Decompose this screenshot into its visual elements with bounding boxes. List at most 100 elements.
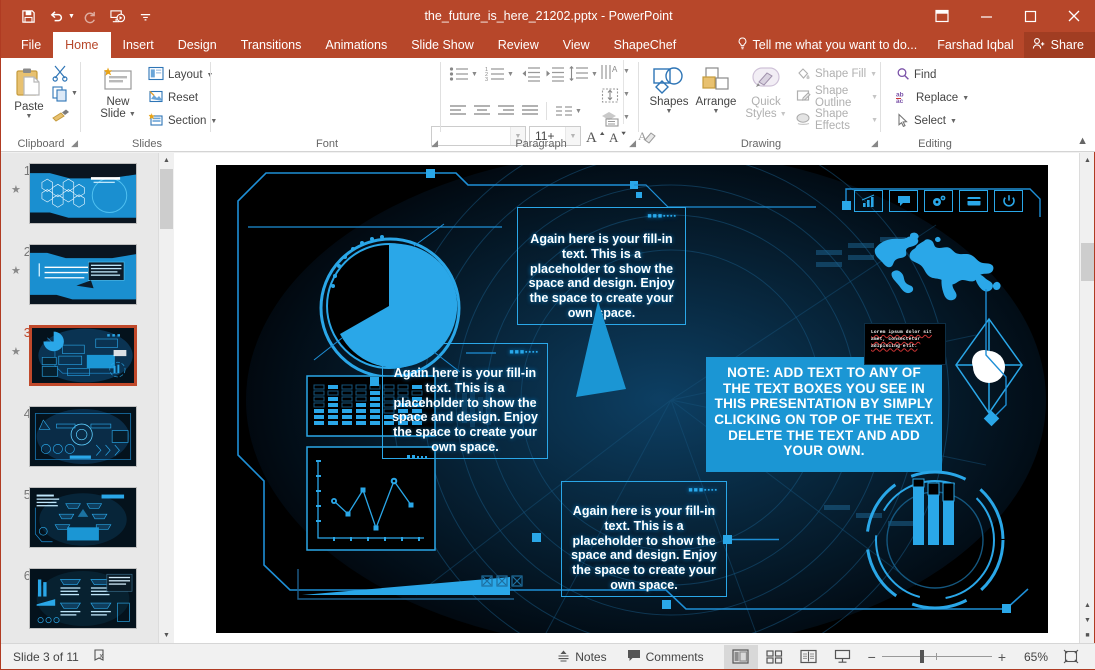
- text-direction-caret-icon[interactable]: ▼: [623, 68, 630, 75]
- align-text-button[interactable]: [601, 87, 621, 109]
- comments-button[interactable]: Comments: [617, 644, 714, 670]
- tab-animations[interactable]: Animations: [313, 32, 399, 58]
- text-box-3[interactable]: ■■■▪▪▪▪ Again here is your fill-in text.…: [561, 481, 727, 597]
- slide-scroll-thumb[interactable]: [1081, 243, 1094, 281]
- slide-thumbnail-6[interactable]: 6: [1, 568, 159, 643]
- zoom-track[interactable]: [881, 650, 992, 663]
- format-painter-button[interactable]: [51, 106, 71, 129]
- quick-styles-button[interactable]: Quick Styles ▼: [741, 62, 791, 120]
- shape-fill-caret-icon[interactable]: ▼: [870, 71, 877, 78]
- slide-thumbnail-5[interactable]: 5: [1, 487, 159, 567]
- columns-button[interactable]: [555, 104, 573, 123]
- thumbnail-scroll-thumb[interactable]: [160, 169, 173, 229]
- layout-button[interactable]: Layout ▼: [145, 64, 216, 86]
- align-text-caret-icon[interactable]: ▼: [623, 91, 630, 98]
- collapse-ribbon-button[interactable]: ▲: [1077, 135, 1088, 147]
- cut-button[interactable]: [51, 64, 69, 87]
- slide-thumbnail-pane[interactable]: 1 ★ 2 ★ 3 ★ 4 5 6: [1, 153, 173, 643]
- line-spacing-caret-icon[interactable]: ▼: [591, 71, 598, 78]
- decrease-indent-button[interactable]: [521, 66, 541, 87]
- minimize-button[interactable]: [964, 0, 1008, 32]
- zoom-slider[interactable]: − +: [868, 649, 1006, 665]
- previous-slide-button[interactable]: ▲: [1080, 598, 1095, 613]
- maximize-button[interactable]: [1008, 0, 1052, 32]
- current-slide[interactable]: ■■■▪▪▪▪ Again here is your fill-in text.…: [216, 165, 1048, 633]
- shape-effects-caret-icon[interactable]: ▼: [871, 117, 878, 124]
- thumbnail-scroll-up-button[interactable]: ▲: [159, 153, 174, 168]
- shape-fill-button[interactable]: Shape Fill ▼: [793, 63, 880, 85]
- bullets-caret-icon[interactable]: ▼: [471, 71, 478, 78]
- section-button[interactable]: Section ▼: [145, 110, 220, 132]
- power-icon[interactable]: [994, 190, 1023, 212]
- slide-scroll-up-button[interactable]: ▲: [1080, 153, 1095, 168]
- line-spacing-button[interactable]: [569, 65, 589, 87]
- zoom-level-label[interactable]: 65%: [1014, 650, 1048, 664]
- bar-chart-icon[interactable]: [854, 190, 883, 212]
- lorem-box[interactable]: Lorem ipsum dolor sit amet, consectetur …: [864, 323, 946, 365]
- columns-caret-icon[interactable]: ▼: [575, 108, 582, 115]
- animation-star-icon[interactable]: ★: [11, 264, 21, 277]
- drawing-dialog-launcher[interactable]: ◢: [871, 138, 878, 149]
- quick-styles-caret-icon[interactable]: ▼: [780, 111, 787, 118]
- clipboard-dialog-launcher[interactable]: ◢: [71, 138, 78, 149]
- slide-sorter-view-button[interactable]: [758, 645, 792, 669]
- arrange-caret-icon[interactable]: ▼: [713, 108, 720, 115]
- normal-view-button[interactable]: [723, 644, 758, 669]
- replace-caret-icon[interactable]: ▼: [962, 95, 969, 102]
- zoom-knob[interactable]: [919, 650, 924, 663]
- reset-button[interactable]: Reset: [145, 87, 201, 109]
- close-button[interactable]: [1052, 0, 1095, 32]
- slide-icon-toolbar[interactable]: [854, 190, 1023, 212]
- tell-me-search[interactable]: Tell me what you want to do...: [727, 32, 928, 58]
- tab-home[interactable]: Home: [53, 32, 111, 58]
- paste-dropdown-caret-icon[interactable]: ▼: [26, 113, 33, 120]
- slide-number-label[interactable]: Slide 3 of 11: [13, 650, 79, 664]
- align-right-button[interactable]: [497, 104, 515, 123]
- find-button[interactable]: Find: [893, 64, 939, 86]
- slide-thumbnail-preview[interactable]: [29, 244, 137, 305]
- share-button[interactable]: Share: [1023, 32, 1095, 58]
- slide-thumbnail-preview[interactable]: [29, 325, 137, 386]
- tab-slide-show[interactable]: Slide Show: [399, 32, 486, 58]
- speech-bubble-icon[interactable]: [889, 190, 918, 212]
- slide-scroll-down-button[interactable]: ■: [1080, 628, 1095, 643]
- select-button[interactable]: Select ▼: [893, 110, 960, 132]
- reading-view-button[interactable]: [792, 645, 826, 669]
- tab-transitions[interactable]: Transitions: [229, 32, 314, 58]
- next-slide-button[interactable]: ▼: [1080, 613, 1095, 628]
- font-dialog-launcher[interactable]: ◢: [431, 138, 438, 149]
- gears-icon[interactable]: [924, 190, 953, 212]
- shapes-button[interactable]: Shapes ▼: [647, 62, 691, 115]
- slide-thumbnail-2[interactable]: 2 ★: [1, 244, 159, 324]
- slide-editing-area[interactable]: ■■■▪▪▪▪ Again here is your fill-in text.…: [174, 153, 1081, 643]
- convert-to-smartart-button[interactable]: [601, 110, 621, 132]
- thumbnail-scrollbar[interactable]: ▲ ▼: [158, 153, 174, 643]
- text-direction-button[interactable]: A: [601, 64, 621, 86]
- credit-card-icon[interactable]: [959, 190, 988, 212]
- tab-insert[interactable]: Insert: [111, 32, 166, 58]
- fit-slide-to-window-button[interactable]: [1054, 645, 1088, 669]
- justify-button[interactable]: [521, 104, 539, 123]
- slide-show-button[interactable]: [826, 645, 860, 669]
- shape-effects-button[interactable]: Shape Effects ▼: [793, 108, 881, 132]
- notes-button[interactable]: Notes: [547, 644, 616, 670]
- animation-star-icon[interactable]: ★: [11, 345, 21, 358]
- shape-outline-button[interactable]: Shape Outline ▼: [793, 85, 881, 109]
- tab-review[interactable]: Review: [486, 32, 551, 58]
- shape-outline-caret-icon[interactable]: ▼: [871, 94, 878, 101]
- smartart-caret-icon[interactable]: ▼: [623, 114, 630, 121]
- thumbnail-scroll-down-button[interactable]: ▼: [159, 628, 174, 643]
- account-name[interactable]: Farshad Iqbal: [927, 32, 1023, 58]
- new-slide-button[interactable]: New Slide ▼: [93, 62, 143, 120]
- copy-button[interactable]: [51, 85, 69, 108]
- text-box-2[interactable]: ■■■▪▪▪▪ Again here is your fill-in text.…: [382, 343, 548, 459]
- arrange-button[interactable]: Arrange ▼: [693, 62, 739, 115]
- tab-shapechef[interactable]: ShapeChef: [602, 32, 689, 58]
- tab-file[interactable]: File: [9, 32, 54, 58]
- tab-view[interactable]: View: [551, 32, 602, 58]
- replace-button[interactable]: ab ac Replace ▼: [893, 87, 972, 109]
- slide-thumbnail-preview[interactable]: [29, 406, 137, 467]
- slide-thumbnail-1[interactable]: 1 ★: [1, 163, 159, 243]
- copy-dropdown-caret-icon[interactable]: ▼: [71, 90, 78, 97]
- slide-thumbnail-4[interactable]: 4: [1, 406, 159, 486]
